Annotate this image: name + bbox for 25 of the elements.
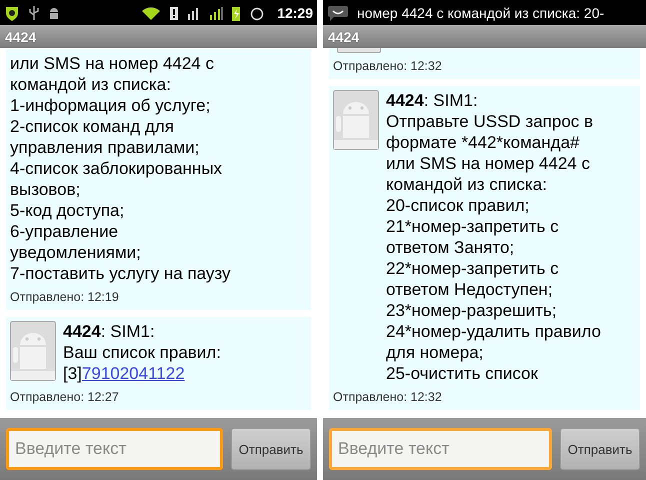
signal-icon xyxy=(209,4,224,20)
send-button[interactable]: Отправить xyxy=(560,428,640,470)
sent-time: Отправлено: 12:32 xyxy=(333,59,443,73)
message-icon xyxy=(327,4,349,20)
alert-icon xyxy=(169,4,180,20)
conversation-title: 4424 xyxy=(5,28,36,44)
notification-text: номер 4424 с командой из списка: 20- xyxy=(357,4,604,20)
message-text: или SMS на номер 4424 с командой из списка: 1-информация об услуге; 2-список команд для управления правилами; 4-список заблокированных вызовов; 5-код доступа; 6-управление уведомлениями; 7-поставить услугу на паузу xyxy=(10,53,232,284)
clock-time: 12:29 xyxy=(277,4,313,20)
message-input[interactable]: Введите текст xyxy=(329,428,552,470)
message-text: Отправьте USSD запрос в формате *442*команда# или SMS на номер 4424 с командой из списка: 20-список правил; 21*номер-запретить с ответом Занято; 22*номер-запретить с ответом Недоступен; 23*номер-разрешить; 24*номер-удалить правило для номера; 25-очистить список xyxy=(386,111,601,384)
sent-time: Отправлено: 12:27 xyxy=(10,390,120,404)
sent-time: Отправлено: 12:19 xyxy=(10,290,120,304)
sender-header: 4424: SIM1: xyxy=(386,90,479,111)
shield-icon xyxy=(4,4,20,20)
usb-icon xyxy=(28,4,40,20)
send-button[interactable]: Отправить xyxy=(231,428,311,470)
battery-icon xyxy=(231,4,242,20)
sent-time: Отправлено: 12:32 xyxy=(333,390,443,404)
message-text: Ваш список правил: [3]79102041122 xyxy=(63,342,221,384)
wifi-icon xyxy=(141,4,162,20)
sender-header: 4424: SIM1: xyxy=(63,321,156,342)
conversation-title: 4424 xyxy=(328,28,360,44)
message-input[interactable]: Введите текст xyxy=(6,428,223,470)
phone-link[interactable]: 79102041122 xyxy=(82,364,185,383)
